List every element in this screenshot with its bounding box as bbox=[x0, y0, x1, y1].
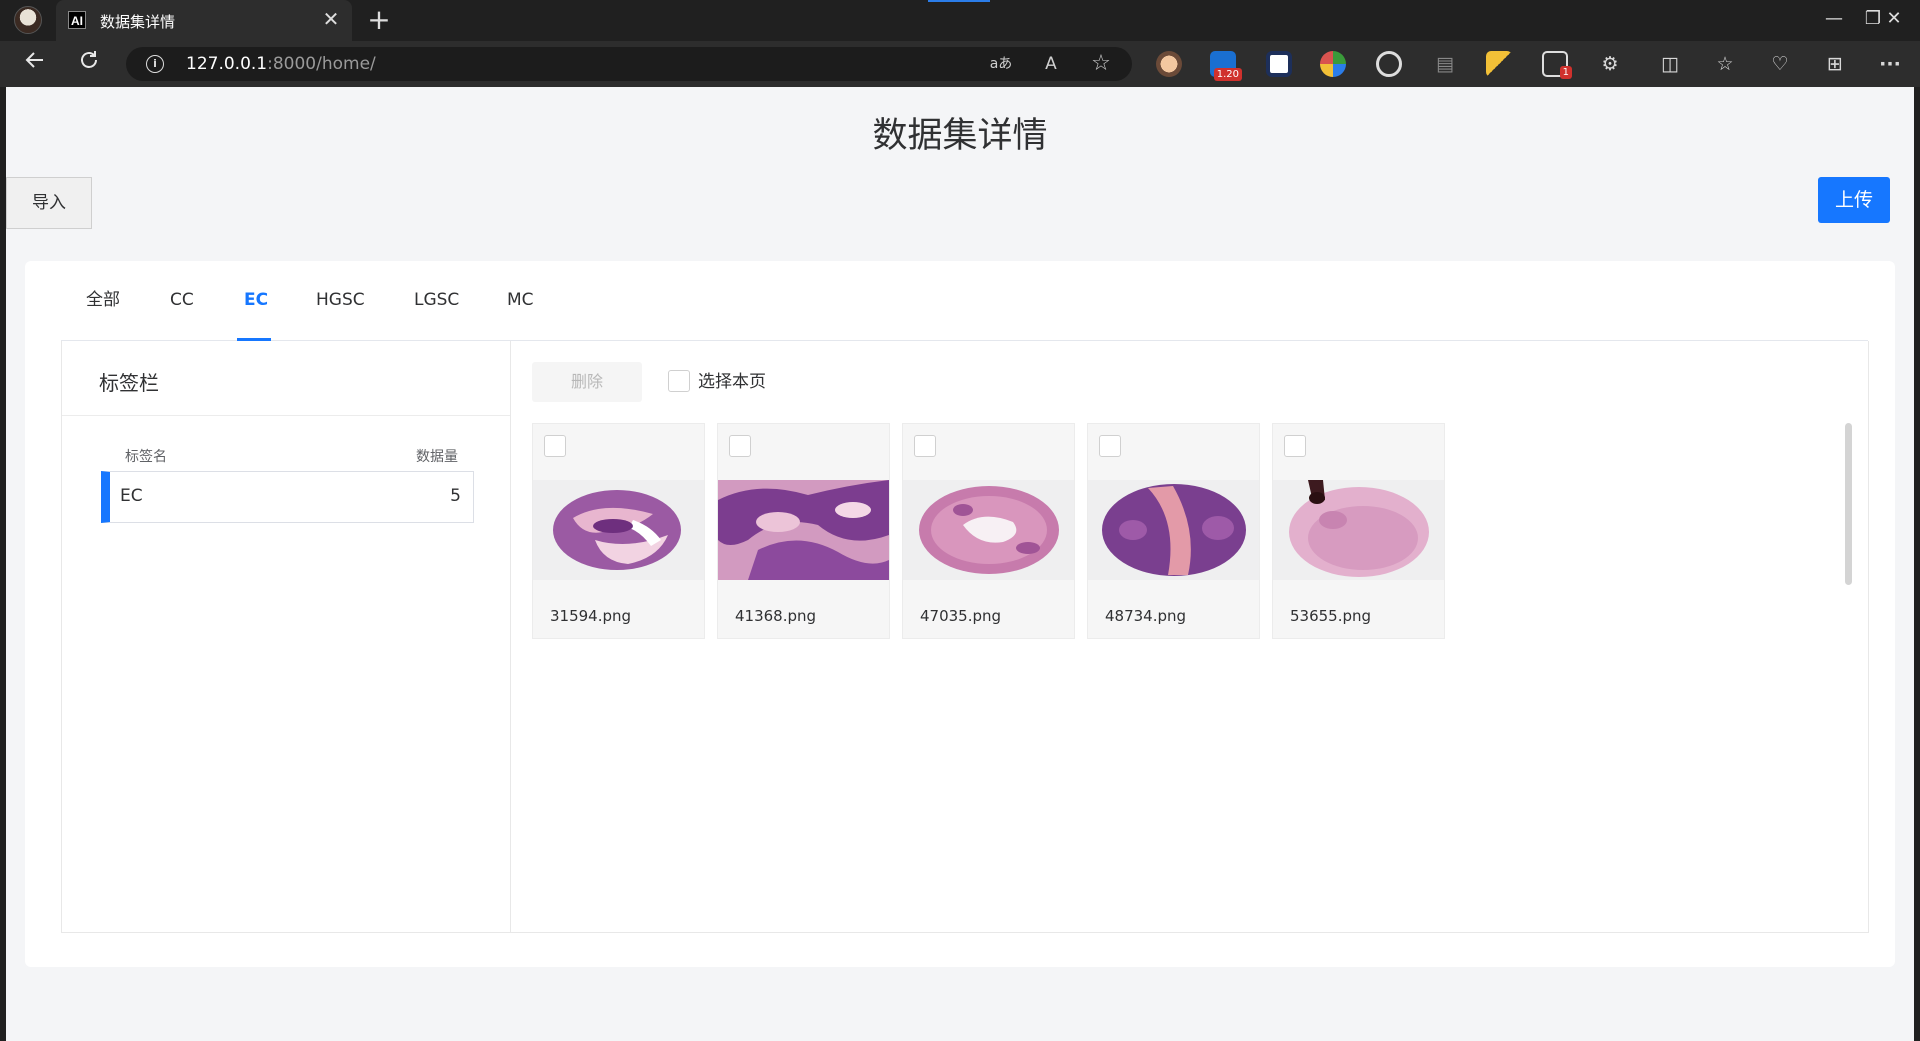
apps-icon[interactable]: ⊞ bbox=[1820, 51, 1850, 77]
extension-hex-icon[interactable] bbox=[1266, 51, 1292, 77]
sidebar-title: 标签栏 bbox=[99, 371, 159, 395]
column-label-name: 标签名 bbox=[125, 449, 167, 465]
image-filename: 31594.png bbox=[550, 607, 632, 625]
image-checkbox[interactable] bbox=[914, 435, 936, 457]
sidebar-divider bbox=[62, 415, 510, 416]
profile-avatar[interactable] bbox=[14, 6, 42, 34]
image-grid: 31594.png 41368.png 47035.png 48734.png … bbox=[532, 423, 1602, 643]
drag-indicator bbox=[928, 0, 990, 2]
read-aloud-icon[interactable]: aあ bbox=[988, 52, 1014, 76]
image-thumbnail bbox=[1088, 480, 1259, 580]
upload-button[interactable]: 上传 bbox=[1818, 177, 1890, 223]
label-sidebar: 标签栏 标签名 数据量 EC 5 bbox=[62, 341, 511, 932]
image-checkbox[interactable] bbox=[1099, 435, 1121, 457]
label-name: EC bbox=[120, 486, 143, 506]
category-tabs: 全部 CC EC HGSC LGSC MC bbox=[61, 261, 1868, 341]
extensions-puzzle-icon[interactable]: ⚙ bbox=[1595, 51, 1625, 77]
image-thumbnail bbox=[718, 480, 889, 580]
image-card[interactable]: 47035.png bbox=[902, 423, 1075, 639]
tab-lgsc[interactable]: LGSC bbox=[414, 287, 459, 313]
select-page-control[interactable]: 选择本页 bbox=[668, 370, 766, 392]
column-data-count: 数据量 bbox=[416, 449, 458, 465]
extension-face-icon[interactable] bbox=[1156, 51, 1182, 77]
extension-speed-icon[interactable] bbox=[1376, 51, 1402, 77]
image-card[interactable]: 31594.png bbox=[532, 423, 705, 639]
minimize-icon[interactable]: — bbox=[1814, 6, 1854, 32]
refresh-icon[interactable] bbox=[72, 49, 106, 79]
image-card[interactable]: 53655.png bbox=[1272, 423, 1445, 639]
tab-ec[interactable]: EC bbox=[244, 287, 268, 313]
tab-mc[interactable]: MC bbox=[507, 287, 534, 313]
tab-cc[interactable]: CC bbox=[170, 287, 194, 313]
page-title: 数据集详情 bbox=[872, 116, 1048, 156]
site-info-icon[interactable]: i bbox=[146, 55, 164, 73]
image-filename: 53655.png bbox=[1290, 607, 1372, 625]
extension-flag-icon[interactable]: 1.20 bbox=[1210, 51, 1242, 81]
tab-favicon-icon: AI bbox=[68, 11, 86, 29]
dataset-panel: 标签栏 标签名 数据量 EC 5 删除 选择本页 31594.png 41368… bbox=[61, 341, 1869, 933]
favorite-star-icon[interactable]: ☆ bbox=[1088, 52, 1114, 76]
image-grid-scrollbar[interactable] bbox=[1845, 423, 1852, 585]
extension-bird-icon[interactable] bbox=[1486, 51, 1512, 77]
more-menu-icon[interactable]: ··· bbox=[1875, 51, 1905, 77]
extension-globe-icon[interactable] bbox=[1320, 51, 1346, 77]
image-checkbox[interactable] bbox=[1284, 435, 1306, 457]
image-card[interactable]: 41368.png bbox=[717, 423, 890, 639]
page-viewport: 数据集详情 导入 上传 全部 CC EC HGSC LGSC MC 标签栏 标签… bbox=[6, 87, 1914, 1041]
browser-tab-strip: AI 数据集详情 ✕ + — ❐ ✕ bbox=[0, 0, 1920, 41]
url-text[interactable]: 127.0.0.1:8000/home/ bbox=[186, 54, 376, 74]
import-button[interactable]: 导入 bbox=[6, 177, 92, 229]
extension-scan-icon[interactable]: 1 bbox=[1542, 51, 1572, 79]
image-thumbnail bbox=[1273, 480, 1444, 580]
select-page-checkbox[interactable] bbox=[668, 370, 690, 392]
label-count: 5 bbox=[450, 486, 461, 506]
favorites-icon[interactable]: ☆ bbox=[1710, 51, 1740, 77]
address-bar[interactable]: i 127.0.0.1:8000/home/ aあ A ☆ bbox=[126, 47, 1132, 81]
back-arrow-icon[interactable] bbox=[18, 49, 52, 79]
image-filename: 48734.png bbox=[1105, 607, 1187, 625]
tab-title: 数据集详情 bbox=[100, 13, 176, 31]
window-close-icon[interactable]: ✕ bbox=[1874, 6, 1914, 32]
image-filename: 47035.png bbox=[920, 607, 1002, 625]
split-screen-icon[interactable]: ◫ bbox=[1655, 51, 1685, 77]
browser-toolbar: i 127.0.0.1:8000/home/ aあ A ☆ 1.20 ▤ 1 ⚙… bbox=[0, 41, 1920, 87]
text-size-icon[interactable]: A bbox=[1038, 52, 1064, 76]
delete-button[interactable]: 删除 bbox=[532, 362, 642, 402]
tab-all[interactable]: 全部 bbox=[86, 287, 120, 313]
select-page-label: 选择本页 bbox=[698, 372, 766, 392]
image-card[interactable]: 48734.png bbox=[1087, 423, 1260, 639]
new-tab-icon[interactable]: + bbox=[364, 5, 394, 35]
image-thumbnail bbox=[533, 480, 704, 580]
image-thumbnail bbox=[903, 480, 1074, 580]
image-checkbox[interactable] bbox=[544, 435, 566, 457]
image-content-area: 删除 选择本页 31594.png 41368.png 47035.png 48… bbox=[512, 341, 1868, 932]
browser-essentials-icon[interactable]: ♡ bbox=[1765, 51, 1795, 77]
dataset-card: 全部 CC EC HGSC LGSC MC 标签栏 标签名 数据量 EC 5 删… bbox=[25, 261, 1895, 967]
image-filename: 41368.png bbox=[735, 607, 817, 625]
browser-tab-active[interactable]: AI 数据集详情 ✕ bbox=[56, 0, 352, 41]
collections-icon[interactable]: ▤ bbox=[1430, 51, 1460, 77]
label-row-ec[interactable]: EC 5 bbox=[101, 471, 474, 523]
tab-hgsc[interactable]: HGSC bbox=[316, 287, 365, 313]
tab-close-icon[interactable]: ✕ bbox=[320, 8, 342, 30]
image-checkbox[interactable] bbox=[729, 435, 751, 457]
